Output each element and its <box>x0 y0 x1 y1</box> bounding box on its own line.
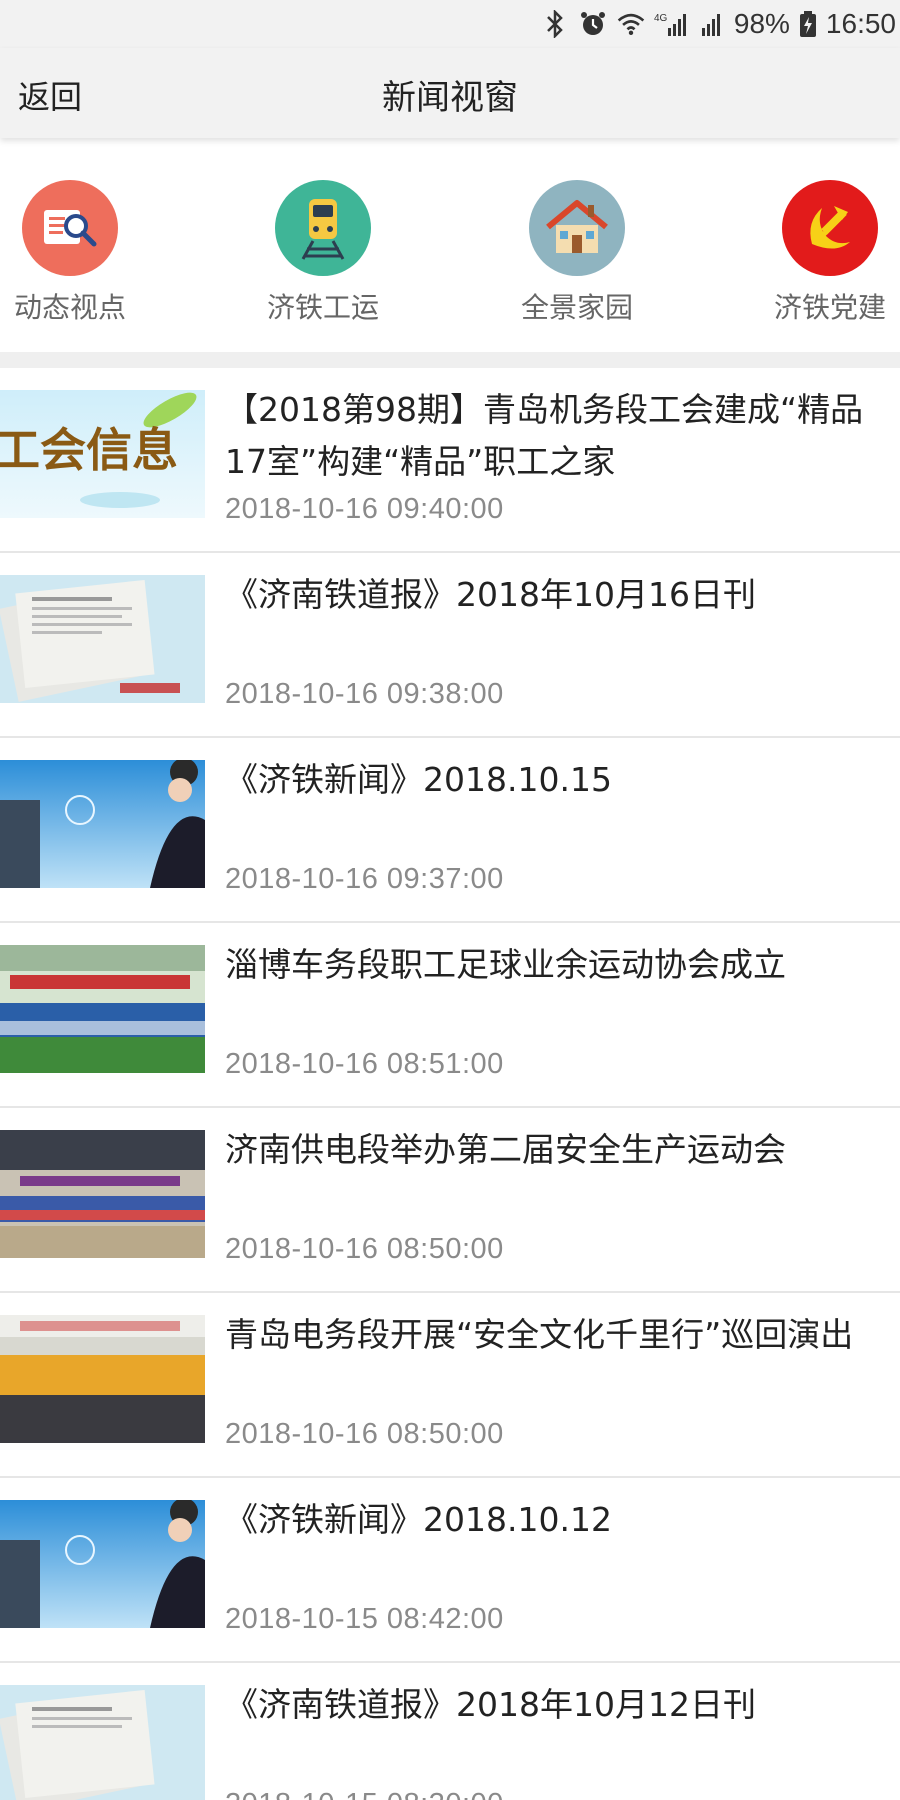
news-thumbnail <box>0 1685 205 1800</box>
news-thumbnail <box>0 1130 205 1258</box>
thumbnail-caption: 工会信息 <box>0 423 178 477</box>
category-party-building[interactable]: 济铁党建 <box>720 180 900 326</box>
bluetooth-icon <box>540 9 570 39</box>
news-thumbnail <box>0 1315 205 1443</box>
news-date: 2018-10-16 09:38:00 <box>225 678 504 710</box>
news-thumbnail <box>0 945 205 1073</box>
news-item[interactable]: 淄博车务段职工足球业余运动协会成立 2018-10-16 08:51:00 <box>0 923 900 1108</box>
category-dynamic-viewpoint[interactable]: 动态视点 <box>0 180 180 326</box>
svg-text:4G: 4G <box>654 13 668 24</box>
status-bar: 4G 98% 16:50 <box>0 0 900 48</box>
news-title: 【2018第98期】青岛机务段工会建成“精品17室”构建“精品”职工之家 <box>225 390 864 481</box>
news-item[interactable]: 工会信息 【2018第98期】青岛机务段工会建成“精品17室”构建“精品”职工之… <box>0 368 900 553</box>
section-divider <box>0 352 900 368</box>
news-date: 2018-10-16 08:50:00 <box>225 1233 504 1265</box>
clock: 16:50 <box>825 8 896 39</box>
category-panorama-home[interactable]: 全景家园 <box>467 180 687 326</box>
category-label: 济铁工运 <box>266 291 379 324</box>
title-bar: 新闻视窗 返回 <box>0 48 900 138</box>
wifi-icon <box>616 9 646 39</box>
news-item[interactable]: 《济南铁道报》2018年10月12日刊 2018-10-15 08:30:00 <box>0 1663 900 1800</box>
news-item[interactable]: 《济铁新闻》2018.10.15 2018-10-16 09:37:00 <box>0 738 900 923</box>
category-label: 济铁党建 <box>773 291 886 324</box>
category-label: 全景家园 <box>520 291 633 324</box>
party-emblem-icon <box>782 180 878 276</box>
alarm-icon <box>578 9 608 39</box>
news-title: 《济南铁道报》2018年10月16日刊 <box>225 575 756 614</box>
news-title: 淄博车务段职工足球业余运动协会成立 <box>225 945 786 984</box>
category-railway-union[interactable]: 济铁工运 <box>213 180 433 326</box>
category-label: 动态视点 <box>13 291 126 324</box>
news-title: 青岛电务段开展“安全文化千里行”巡回演出 <box>225 1315 854 1354</box>
signal-icon <box>696 9 726 39</box>
news-date: 2018-10-15 08:42:00 <box>225 1603 504 1635</box>
news-title: 《济铁新闻》2018.10.15 <box>225 760 612 799</box>
news-date: 2018-10-16 08:51:00 <box>225 1048 504 1080</box>
news-title: 《济铁新闻》2018.10.12 <box>225 1500 612 1539</box>
news-item[interactable]: 《济南铁道报》2018年10月16日刊 2018-10-16 09:38:00 <box>0 553 900 738</box>
news-item[interactable]: 《济铁新闻》2018.10.12 2018-10-15 08:42:00 <box>0 1478 900 1663</box>
signal-4g-icon: 4G <box>654 9 688 39</box>
battery-percent: 98% <box>733 8 790 39</box>
news-date: 2018-10-16 09:37:00 <box>225 863 504 895</box>
news-thumbnail <box>0 575 205 703</box>
news-item[interactable]: 青岛电务段开展“安全文化千里行”巡回演出 2018-10-16 08:50:00 <box>0 1293 900 1478</box>
magnifier-document-icon <box>22 180 118 276</box>
news-title: 济南供电段举办第二届安全生产运动会 <box>225 1130 786 1169</box>
news-date: 2018-10-15 08:30:00 <box>225 1788 504 1800</box>
house-icon <box>529 180 625 276</box>
news-date: 2018-10-16 08:50:00 <box>225 1418 504 1450</box>
news-thumbnail: 工会信息 <box>0 390 205 518</box>
news-title: 《济南铁道报》2018年10月12日刊 <box>225 1685 756 1724</box>
news-item[interactable]: 济南供电段举办第二届安全生产运动会 2018-10-16 08:50:00 <box>0 1108 900 1293</box>
page-title: 新闻视窗 <box>382 78 518 118</box>
news-thumbnail <box>0 760 205 888</box>
category-row: 动态视点 济铁工运 全景家园 济铁党建 <box>0 150 900 350</box>
back-button[interactable]: 返回 <box>18 72 82 118</box>
battery-icon <box>798 9 818 39</box>
news-date: 2018-10-16 09:40:00 <box>225 493 504 525</box>
train-icon <box>275 180 371 276</box>
news-list: 工会信息 【2018第98期】青岛机务段工会建成“精品17室”构建“精品”职工之… <box>0 368 900 1800</box>
news-thumbnail <box>0 1500 205 1628</box>
